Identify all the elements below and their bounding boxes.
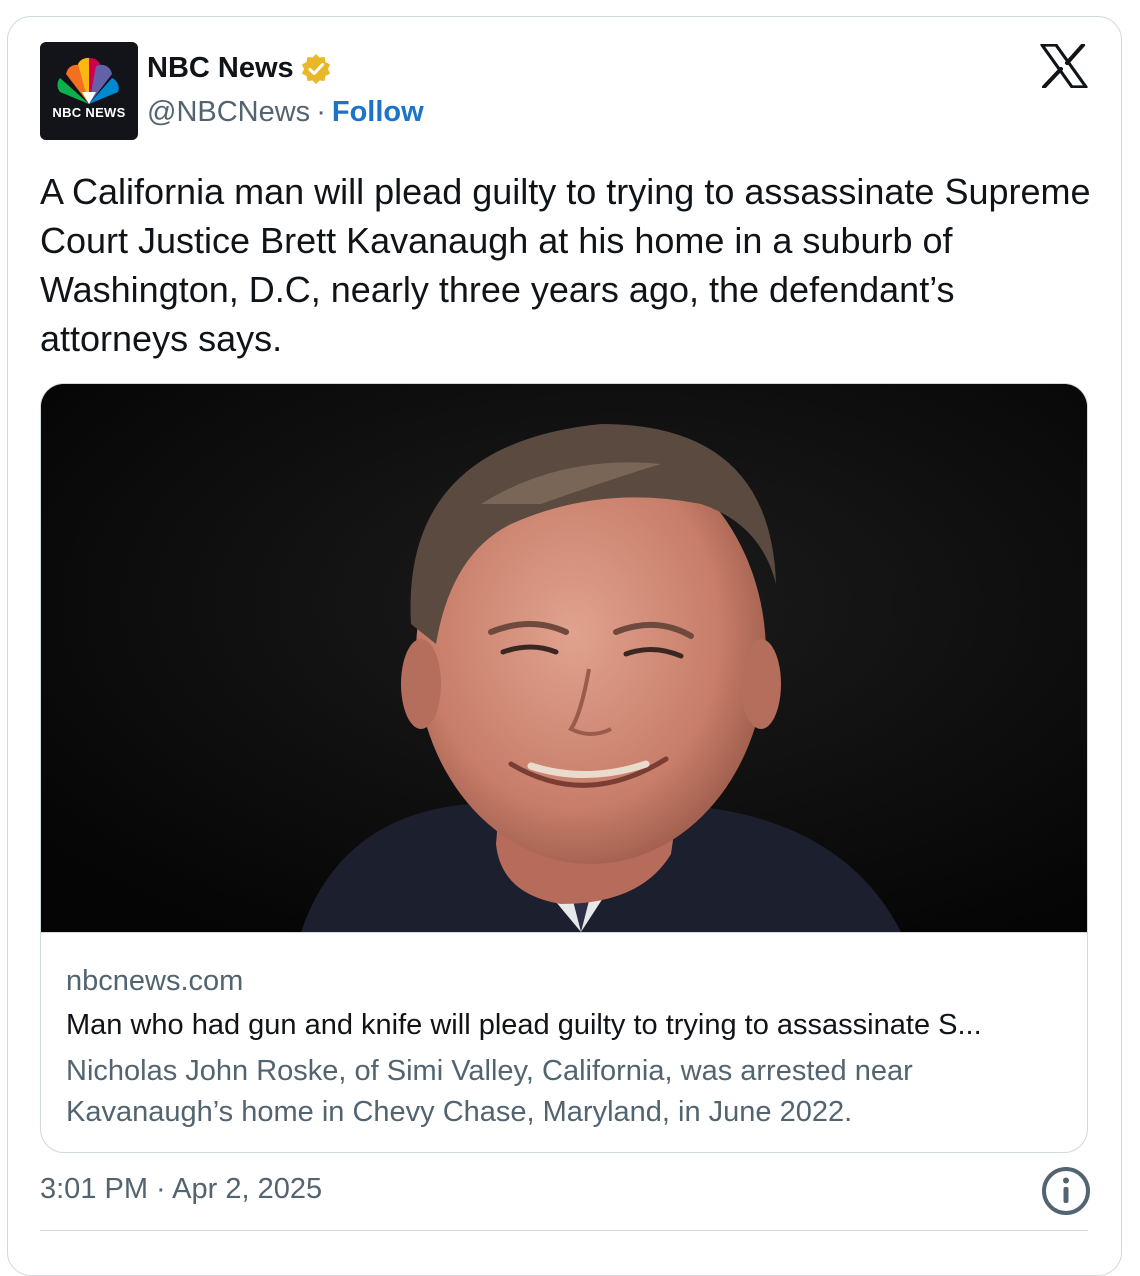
- avatar-logo-text: NBC NEWS: [52, 105, 126, 120]
- account-handle[interactable]: @NBCNews: [147, 96, 310, 129]
- tweet-text: A California man will plead guilty to tr…: [40, 171, 1091, 359]
- link-domain: nbcnews.com: [66, 965, 244, 997]
- avatar[interactable]: NBC NEWS: [40, 42, 138, 140]
- peacock-logo-icon: [57, 57, 119, 104]
- tweet-timestamp[interactable]: 3:01 PM · Apr 2, 2025: [40, 1173, 322, 1206]
- account-name[interactable]: NBC News: [147, 52, 294, 85]
- bottom-divider: [40, 1230, 1088, 1231]
- link-meta: nbcnews.com Man who had gun and knife wi…: [41, 932, 1087, 1152]
- follow-button[interactable]: Follow: [332, 96, 424, 129]
- handle-row: @NBCNews · Follow: [147, 96, 424, 129]
- verified-badge-icon: [301, 53, 330, 84]
- x-logo-icon[interactable]: [1040, 44, 1088, 88]
- separator-dot: ·: [316, 96, 326, 128]
- link-description: Nicholas John Roske, of Simi Valley, Cal…: [66, 1055, 913, 1128]
- link-preview-card[interactable]: nbcnews.com Man who had gun and knife wi…: [40, 383, 1088, 1153]
- article-photo: [41, 384, 1087, 932]
- account-name-row: NBC News: [147, 52, 332, 85]
- info-icon[interactable]: [1040, 1165, 1092, 1217]
- link-headline[interactable]: Man who had gun and knife will plead gui…: [66, 1009, 1066, 1042]
